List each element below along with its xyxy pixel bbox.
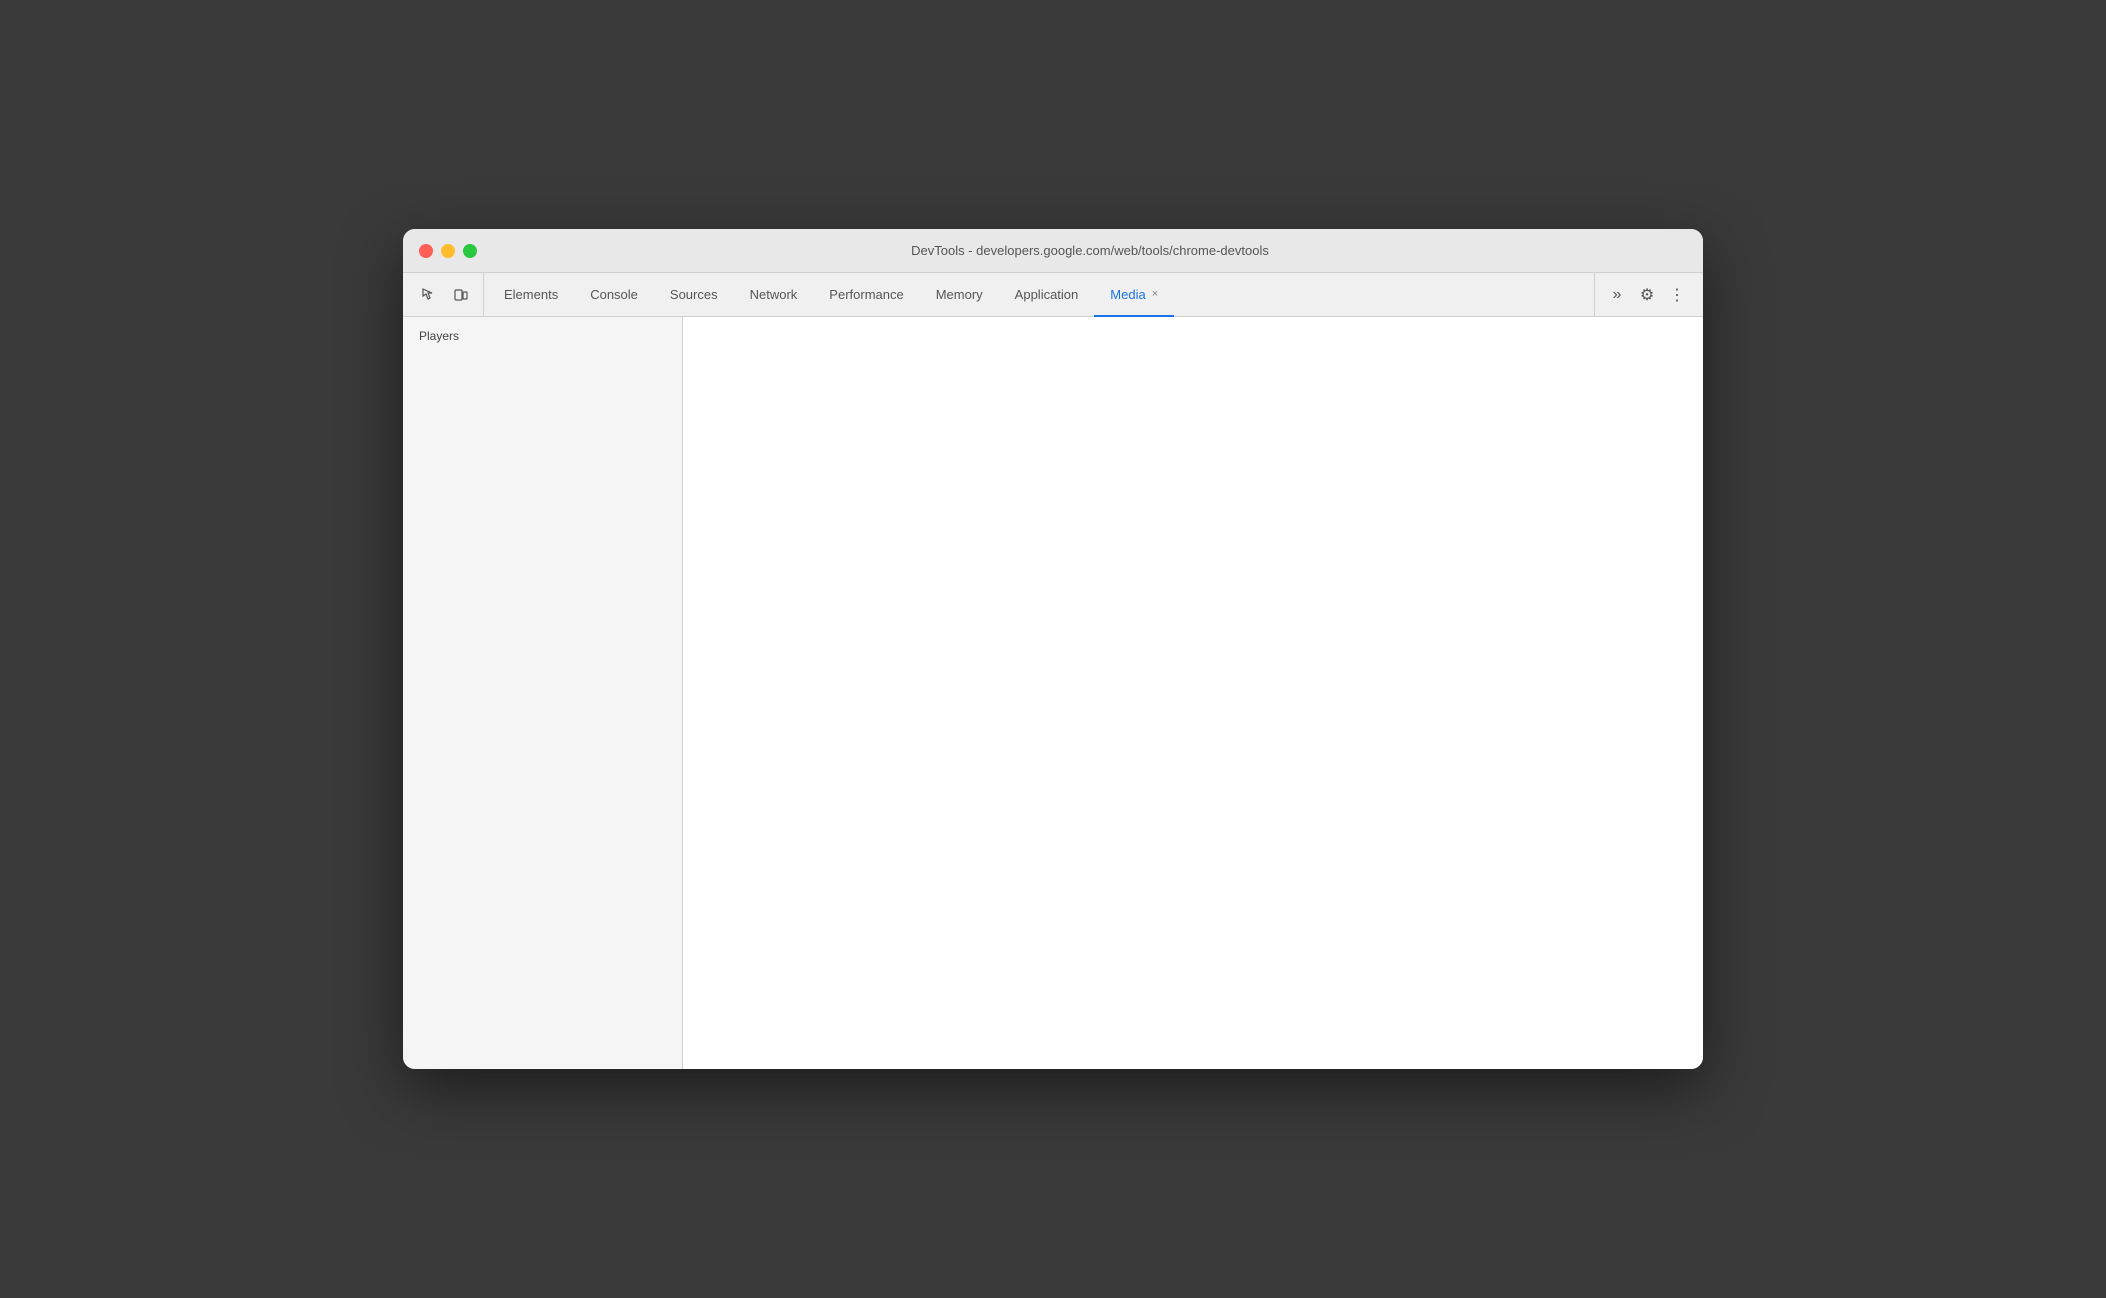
window-title: DevTools - developers.google.com/web/too… bbox=[493, 243, 1687, 258]
inspect-element-button[interactable] bbox=[415, 281, 443, 309]
tab-console[interactable]: Console bbox=[574, 274, 654, 317]
tab-performance[interactable]: Performance bbox=[813, 274, 919, 317]
toolbar-icons bbox=[407, 273, 484, 316]
media-panel bbox=[683, 317, 1703, 1069]
more-tabs-button[interactable]: » bbox=[1603, 281, 1631, 309]
tab-application[interactable]: Application bbox=[999, 274, 1095, 317]
tab-memory[interactable]: Memory bbox=[920, 274, 999, 317]
main-content: Players bbox=[403, 317, 1703, 1069]
players-label: Players bbox=[419, 329, 666, 343]
toolbar-right-actions: » ⚙ ⋮ bbox=[1594, 273, 1699, 316]
traffic-lights bbox=[419, 244, 477, 258]
tab-elements[interactable]: Elements bbox=[488, 274, 574, 317]
close-button[interactable] bbox=[419, 244, 433, 258]
device-toolbar-button[interactable] bbox=[447, 281, 475, 309]
tabs: Elements Console Sources Network Perform… bbox=[488, 273, 1590, 316]
tab-media[interactable]: Media × bbox=[1094, 274, 1174, 317]
title-bar: DevTools - developers.google.com/web/too… bbox=[403, 229, 1703, 273]
tab-sources[interactable]: Sources bbox=[654, 274, 734, 317]
close-media-tab-icon[interactable]: × bbox=[1152, 289, 1158, 300]
tab-network[interactable]: Network bbox=[734, 274, 814, 317]
devtools-window: DevTools - developers.google.com/web/too… bbox=[403, 229, 1703, 1069]
toolbar: Elements Console Sources Network Perform… bbox=[403, 273, 1703, 317]
sidebar: Players bbox=[403, 317, 683, 1069]
minimize-button[interactable] bbox=[441, 244, 455, 258]
customize-button[interactable]: ⋮ bbox=[1663, 281, 1691, 309]
maximize-button[interactable] bbox=[463, 244, 477, 258]
settings-button[interactable]: ⚙ bbox=[1633, 281, 1661, 309]
